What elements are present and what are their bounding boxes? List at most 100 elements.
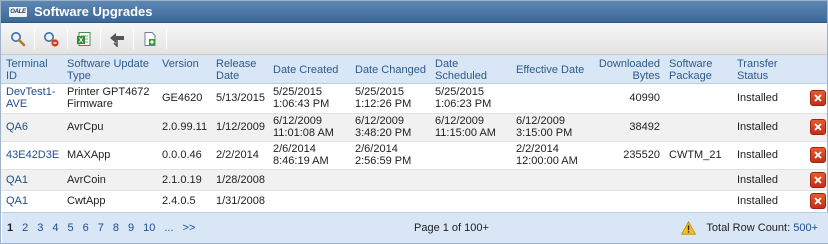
delete-row-button[interactable] bbox=[810, 193, 826, 209]
date-changed-cell bbox=[350, 169, 430, 191]
column-header-date-scheduled[interactable]: Date Scheduled bbox=[430, 55, 511, 84]
download-arrow-icon bbox=[110, 32, 124, 47]
delete-row-button[interactable] bbox=[810, 90, 826, 106]
transfer-status-cell: Installed bbox=[732, 141, 799, 170]
row-count-label: Total Row Count: bbox=[706, 222, 791, 234]
close-icon bbox=[814, 151, 822, 159]
magnifier-icon bbox=[11, 31, 26, 46]
table-row: QA1 CwtApp 2.4.0.5 1/31/2008 Installed bbox=[1, 190, 827, 213]
column-header-transfer-status[interactable]: Transfer Status bbox=[732, 55, 799, 84]
effective-date-cell: 6/12/2009 3:15:00 PM bbox=[511, 113, 592, 142]
close-icon bbox=[814, 197, 822, 205]
column-header-date-changed[interactable]: Date Changed bbox=[350, 55, 430, 84]
page-link-more[interactable]: ... bbox=[164, 222, 173, 234]
column-header-downloaded-bytes[interactable]: Downloaded Bytes bbox=[592, 55, 664, 84]
transfer-status-cell: Installed bbox=[732, 190, 799, 213]
date-created-cell: 5/25/2015 1:06:43 PM bbox=[268, 83, 350, 114]
column-header-update-type[interactable]: Software Update Type bbox=[62, 55, 157, 84]
transfer-status-cell: Installed bbox=[732, 169, 799, 191]
terminal-id-link[interactable]: 43E42D3E bbox=[6, 149, 59, 161]
effective-date-cell bbox=[511, 83, 592, 114]
delete-row-button[interactable] bbox=[810, 147, 826, 163]
column-header-actions bbox=[799, 55, 827, 84]
version-cell: 2.4.0.5 bbox=[157, 190, 211, 213]
date-changed-cell: 5/25/2015 1:12:26 PM bbox=[350, 83, 430, 114]
downloaded-bytes-cell: 40990 bbox=[592, 83, 664, 114]
total-row-count: Total Row Count: 500+ bbox=[706, 222, 818, 234]
transfer-status-cell: Installed bbox=[732, 113, 799, 142]
toolbar-separator bbox=[100, 28, 101, 49]
column-header-terminal-id[interactable]: Terminal ID bbox=[1, 55, 62, 84]
date-scheduled-cell: 6/12/2009 11:15:00 AM bbox=[430, 113, 511, 142]
upgrades-table: Terminal ID Software Update Type Version… bbox=[1, 55, 827, 213]
delete-row-button[interactable] bbox=[810, 119, 826, 135]
toolbar-separator bbox=[133, 28, 134, 49]
magnifier-remove-icon bbox=[44, 31, 59, 47]
delete-row-button[interactable] bbox=[810, 171, 826, 188]
page-link-9[interactable]: 9 bbox=[128, 222, 134, 234]
column-header-version[interactable]: Version bbox=[157, 55, 211, 84]
version-cell: 2.1.0.19 bbox=[157, 169, 211, 191]
version-cell: 0.0.0.46 bbox=[157, 141, 211, 170]
terminal-id-link[interactable]: DevTest1-AVE bbox=[6, 86, 56, 110]
page-link-10[interactable]: 10 bbox=[143, 222, 155, 234]
transfer-status-cell: Installed bbox=[732, 83, 799, 114]
terminal-id-link[interactable]: QA1 bbox=[6, 195, 28, 207]
column-header-effective-date[interactable]: Effective Date bbox=[511, 55, 592, 84]
terminal-id-link[interactable]: QA6 bbox=[6, 121, 28, 133]
toolbar-separator bbox=[34, 28, 35, 49]
new-document-icon bbox=[144, 31, 156, 46]
page-link-8[interactable]: 8 bbox=[113, 222, 119, 234]
page-link-7[interactable]: 7 bbox=[98, 222, 104, 234]
date-changed-cell bbox=[350, 190, 430, 213]
page-link-5[interactable]: 5 bbox=[68, 222, 74, 234]
row-count-value[interactable]: 500+ bbox=[793, 222, 818, 234]
page-link-6[interactable]: 6 bbox=[83, 222, 89, 234]
page-link-2[interactable]: 2 bbox=[22, 222, 28, 234]
date-changed-cell: 6/12/2009 3:48:20 PM bbox=[350, 113, 430, 142]
download-button[interactable] bbox=[104, 27, 130, 51]
update-type-cell: Printer GPT4672 Firmware bbox=[62, 83, 157, 114]
toolbar-separator bbox=[166, 28, 167, 49]
software-package-cell bbox=[664, 83, 732, 114]
table-header-row: Terminal ID Software Update Type Version… bbox=[1, 55, 827, 84]
table-row: QA1 AvrCoin 2.1.0.19 1/28/2008 Installed bbox=[1, 169, 827, 191]
column-header-release-date[interactable]: Release Date bbox=[211, 55, 268, 84]
software-upgrades-panel: OALE Software Upgrades X Terminal ID Sof… bbox=[0, 0, 828, 244]
table-row: QA6 AvrCpu 2.0.99.11 1/12/2009 6/12/2009… bbox=[1, 113, 827, 142]
page-link-1[interactable]: 1 bbox=[7, 222, 13, 234]
column-header-date-created[interactable]: Date Created bbox=[268, 55, 350, 84]
clear-search-button[interactable] bbox=[38, 27, 64, 51]
update-type-cell: MAXApp bbox=[62, 141, 157, 170]
version-cell: GE4620 bbox=[157, 83, 211, 114]
new-record-button[interactable] bbox=[137, 27, 163, 51]
update-type-cell: AvrCoin bbox=[62, 169, 157, 191]
release-date-cell: 1/31/2008 bbox=[211, 190, 268, 213]
downloaded-bytes-cell bbox=[592, 190, 664, 213]
page-link-next[interactable]: >> bbox=[183, 222, 196, 234]
svg-text:X: X bbox=[79, 37, 84, 44]
warning-icon bbox=[681, 221, 696, 235]
export-excel-button[interactable]: X bbox=[71, 27, 97, 51]
pager-bar: 1 2 3 4 5 6 7 8 9 10 ... >> Page 1 of 10… bbox=[2, 212, 828, 243]
date-changed-cell: 2/6/2014 2:56:59 PM bbox=[350, 141, 430, 170]
release-date-cell: 1/12/2009 bbox=[211, 113, 268, 142]
terminal-id-link[interactable]: QA1 bbox=[6, 174, 28, 186]
excel-export-icon: X bbox=[77, 31, 91, 46]
close-icon bbox=[814, 94, 822, 102]
effective-date-cell bbox=[511, 190, 592, 213]
release-date-cell: 1/28/2008 bbox=[211, 169, 268, 191]
panel-title: Software Upgrades bbox=[34, 4, 153, 19]
date-scheduled-cell bbox=[430, 190, 511, 213]
downloaded-bytes-cell: 38492 bbox=[592, 113, 664, 142]
downloaded-bytes-cell bbox=[592, 169, 664, 191]
effective-date-cell bbox=[511, 169, 592, 191]
date-scheduled-cell bbox=[430, 169, 511, 191]
column-header-software-package[interactable]: Software Package bbox=[664, 55, 732, 84]
effective-date-cell: 2/2/2014 12:00:00 AM bbox=[511, 141, 592, 170]
software-package-cell bbox=[664, 113, 732, 142]
page-link-4[interactable]: 4 bbox=[52, 222, 58, 234]
search-button[interactable] bbox=[5, 27, 31, 51]
pagination: 1 2 3 4 5 6 7 8 9 10 ... >> bbox=[2, 222, 204, 234]
page-link-3[interactable]: 3 bbox=[37, 222, 43, 234]
